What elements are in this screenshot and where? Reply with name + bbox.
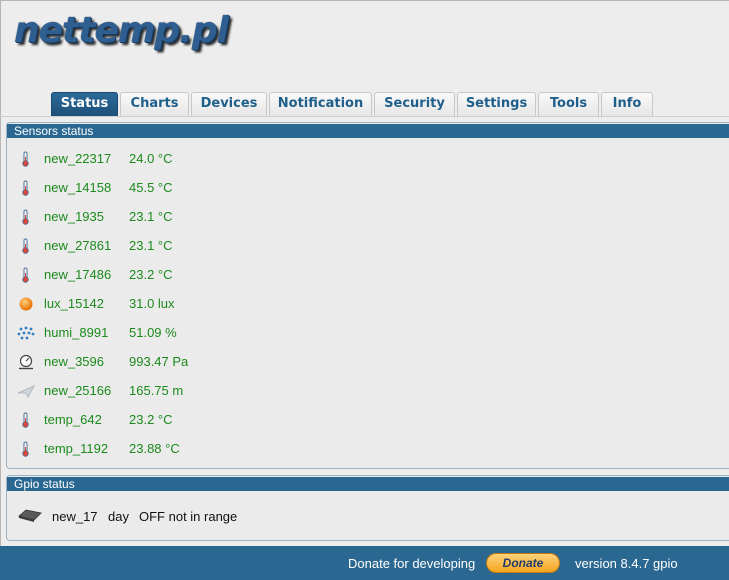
thermometer-icon [17, 412, 35, 428]
sensor-name[interactable]: lux_15142 [44, 296, 104, 311]
sensor-name[interactable]: new_14158 [44, 180, 111, 195]
humidity-icon [17, 325, 35, 341]
thermometer-icon [17, 209, 35, 225]
tab-settings[interactable]: Settings [457, 92, 536, 116]
thermometer-icon [17, 441, 35, 457]
sun-icon [17, 296, 35, 312]
tab-charts[interactable]: Charts [120, 92, 189, 116]
nettemp-logo[interactable]: nettemp.pl [14, 10, 229, 51]
thermometer-icon [17, 151, 35, 167]
tab-status[interactable]: Status [51, 92, 118, 116]
gpio-status-title: Gpio status [7, 477, 729, 491]
sensors-status-panel: Sensors status new_22317 24.0 °C new_141… [6, 122, 729, 469]
sensor-value: 31.0 lux [129, 296, 175, 311]
sensors-status-title: Sensors status [7, 124, 729, 138]
sensor-name[interactable]: temp_642 [44, 412, 102, 427]
version-text: version 8.4.7 gpio [575, 556, 678, 571]
sensor-name[interactable]: new_27861 [44, 238, 111, 253]
thermometer-icon [17, 238, 35, 254]
gpio-mode: day [108, 509, 129, 524]
tab-security[interactable]: Security [374, 92, 455, 116]
sensor-value: 23.88 °C [129, 441, 180, 456]
tab-devices[interactable]: Devices [191, 92, 267, 116]
gpio-name[interactable]: new_17 [52, 509, 98, 524]
sensor-name[interactable]: new_17486 [44, 267, 111, 282]
gpio-status-panel: Gpio status new_17 day OFF not in range [6, 475, 729, 541]
main-nav-tabs: Status Charts Devices Notification Secur… [0, 92, 729, 117]
sensor-value: 24.0 °C [129, 151, 173, 166]
thermometer-icon [17, 180, 35, 196]
sensor-value: 23.2 °C [129, 412, 173, 427]
thermometer-icon [17, 267, 35, 283]
donate-text: Donate for developing [348, 556, 476, 571]
tab-notification[interactable]: Notification [269, 92, 372, 116]
footer-bar: Donate for developing Donate version 8.4… [0, 546, 729, 580]
sensor-value: 165.75 m [129, 383, 184, 398]
sensor-name[interactable]: new_25166 [44, 383, 111, 398]
sensor-value: 45.5 °C [129, 180, 173, 195]
altitude-plane-icon [17, 383, 35, 399]
sensor-value: 23.1 °C [129, 238, 173, 253]
donate-button[interactable]: Donate [486, 553, 560, 573]
gpio-chip-icon [17, 507, 43, 523]
sensor-name[interactable]: humi_8991 [44, 325, 108, 340]
tab-info[interactable]: Info [601, 92, 653, 116]
sensor-name[interactable]: new_22317 [44, 151, 111, 166]
pressure-gauge-icon [17, 354, 35, 370]
sensor-name[interactable]: temp_1192 [44, 441, 108, 456]
tab-tools[interactable]: Tools [538, 92, 599, 116]
sensor-value: 993.47 Pa [129, 354, 189, 369]
sensor-value: 23.2 °C [129, 267, 173, 282]
gpio-state: OFF not in range [139, 509, 238, 524]
sensor-name[interactable]: new_3596 [44, 354, 104, 369]
sensor-value: 51.09 % [129, 325, 177, 340]
sensor-name[interactable]: new_1935 [44, 209, 104, 224]
sensor-value: 23.1 °C [129, 209, 173, 224]
